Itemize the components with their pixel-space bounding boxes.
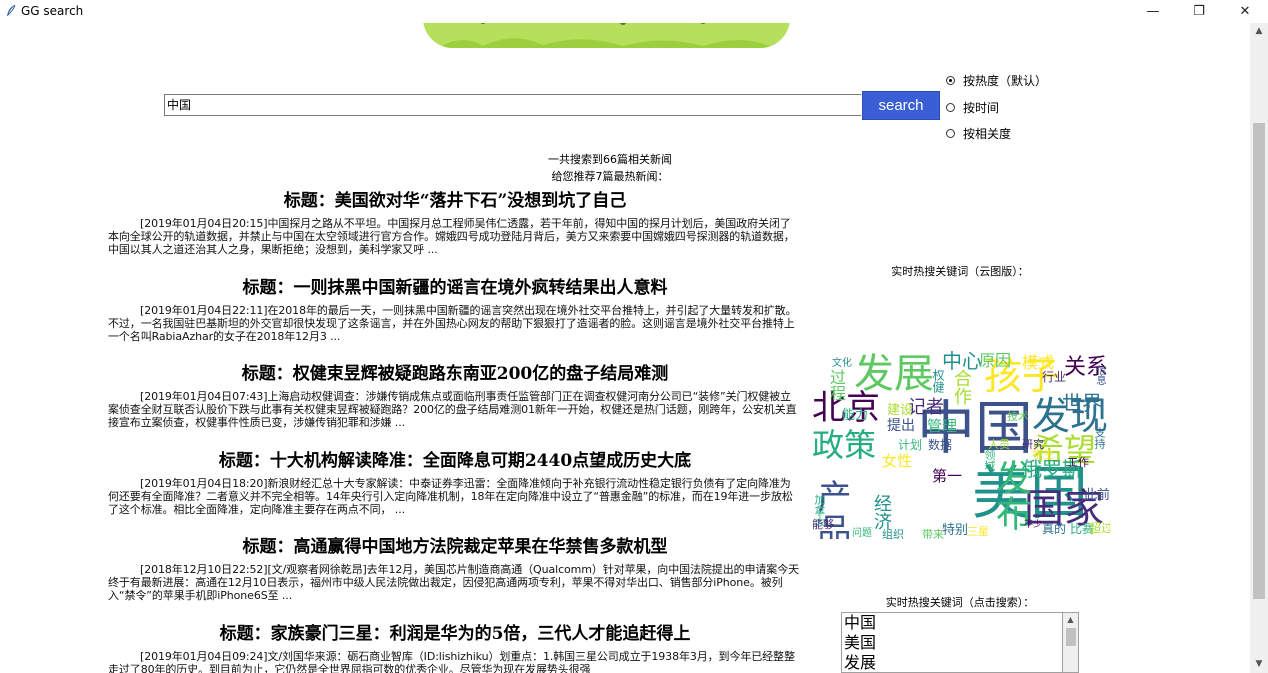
sort-option-hot[interactable]: 按热度（默认） [946, 72, 1047, 89]
wordcloud-image: 中国 美国 发展 孩子 北京 发现 政策 希望 国家 发布 产品 中心 原因 模式 关系 世界 俄罗斯 合作 记者管… [812, 329, 1110, 539]
sort-option-label: 按相关度 [963, 127, 1012, 141]
wordcloud-word: 世界 [1062, 391, 1102, 415]
wordcloud-word: 记者 [908, 397, 944, 418]
hotlist-listbox[interactable]: 中国 美国 发展 [841, 612, 1062, 673]
hotlist-scrollbar[interactable]: ▲ [1062, 612, 1079, 673]
wordcloud-word: 建设 [887, 403, 914, 418]
wordcloud-word: 女性 [882, 452, 913, 470]
search-button[interactable]: search [862, 91, 940, 120]
news-body: [2019年01月04日22:11]在2018年的最后一天，一则抹黑中国新疆的谣… [108, 304, 797, 343]
sort-option-label: 按热度（默认） [963, 74, 1048, 88]
scroll-thumb[interactable] [1066, 628, 1076, 646]
wordcloud-word: 计划 [898, 438, 923, 452]
close-button[interactable]: ✕ [1222, 0, 1268, 23]
wordcloud-word: 问题 [852, 528, 872, 539]
wordcloud-word: 特别 [942, 523, 969, 538]
wordcloud-word: 真的 [1042, 522, 1067, 536]
wordcloud-word: 政策 [812, 426, 877, 464]
wordcloud-word: 工作 [1067, 456, 1089, 469]
wordcloud-word: 能力 [842, 408, 869, 423]
wordcloud-word: 文化 [832, 358, 852, 369]
scroll-down-arrow-icon[interactable]: ▼ [1250, 656, 1268, 673]
wordcloud-word: 信息 [1094, 365, 1105, 385]
hotlist-item[interactable]: 美国 [844, 633, 1062, 653]
wordcloud-word: 经济 [871, 494, 892, 530]
wordcloud-word: 领域 [983, 449, 996, 471]
wordcloud-word: 技术 [1007, 410, 1029, 423]
recommend-text: 给您推荐7篇最热新闻： [551, 170, 669, 183]
wordcloud-word: 过程 [827, 369, 846, 401]
radio-selected-icon[interactable] [946, 76, 955, 85]
wordcloud-word: 能够 [812, 518, 834, 531]
news-body: [2019年01月04日07:43]上海启动权健调查：涉嫌传销成焦点或面临刑事责… [108, 390, 797, 429]
wordcloud-word: 行业 [1042, 370, 1067, 384]
scroll-thumb[interactable] [1253, 123, 1265, 599]
news-title[interactable]: 标题：一则抹黑中国新疆的谣言在境外疯转结果出人意料 [100, 273, 810, 298]
scroll-up-arrow-icon[interactable]: ▲ [1063, 613, 1078, 626]
main-content: 中国 search 按热度（默认） 按时间 按相关度 一共搜索到66篇相关新闻 … [0, 23, 1250, 673]
news-body: [2019年01月04日20:15]中国探月之路从不平坦。中国探月总工程师吴伟仁… [108, 217, 795, 256]
hotlist-label: 实时热搜关键词（点击搜索）： [885, 596, 1035, 609]
wordcloud-word: 模式 [1022, 353, 1055, 372]
restore-button[interactable]: ❐ [1176, 0, 1222, 23]
window-title: GG search [21, 4, 84, 18]
hotlist-item[interactable]: 发展 [844, 653, 1062, 672]
wordcloud-word: 第一 [932, 467, 963, 485]
wordcloud-word: 超过 [1089, 521, 1110, 535]
news-title[interactable]: 标题：美国欲对华“落井下石”没想到坑了自己 [100, 186, 810, 211]
wordcloud-word: 支持 [1093, 427, 1106, 449]
wordcloud-word: 原因 [979, 351, 1012, 370]
page-scrollbar[interactable]: ▲ ▼ [1250, 23, 1268, 673]
feather-icon [7, 4, 16, 16]
wordcloud-word: 中心 [942, 349, 982, 373]
wordcloud-word: 合作 [951, 369, 972, 405]
news-title[interactable]: 标题：高通赢得中国地方法院裁定苹果在华禁售多款机型 [100, 532, 810, 557]
news-body: [2018年12月10日22:52][文/观察者网徐乾昂]去年12月，美国芯片制… [108, 563, 799, 602]
sort-option-label: 按时间 [963, 101, 1000, 115]
window-titlebar: GG search — ❐ ✕ [0, 0, 1268, 24]
search-input[interactable]: 中国 [164, 94, 861, 116]
wordcloud-word: 不少 [1024, 520, 1043, 530]
logo-banner [423, 23, 790, 48]
wordcloud-word: 带来 [922, 528, 944, 539]
news-body: [2019年01月04日09:24]文/刘国华来源：砺石商业智库（ID:lish… [108, 650, 795, 673]
news-body: [2019年01月04日18:20]新浪财经汇总十大专家解读：中泰证券李迅雷：全… [108, 477, 793, 516]
sort-option-relevance[interactable]: 按相关度 [946, 125, 1011, 142]
wordcloud-word: 组织 [882, 528, 904, 539]
radio-icon[interactable] [946, 103, 955, 112]
sort-option-time[interactable]: 按时间 [946, 99, 999, 116]
minimize-button[interactable]: — [1130, 0, 1176, 23]
wordcloud-word: 三星 [967, 525, 989, 538]
wordcloud-word: 权健 [931, 369, 945, 393]
wordcloud-word: 此前 [1084, 488, 1110, 503]
wordcloud-word: 数据 [928, 438, 953, 452]
news-title[interactable]: 标题：十大机构解读降准：全面降息可期2440点望成历史大底 [100, 446, 810, 471]
news-title[interactable]: 标题：家族豪门三星：利润是华为的5倍，三代人才能追赶得上 [100, 619, 810, 644]
logo-graphic-icon [423, 23, 790, 48]
scroll-up-arrow-icon[interactable]: ▲ [1250, 23, 1268, 40]
news-title[interactable]: 标题：权健束昱辉被疑跑路东南亚200亿的盘子结局难测 [100, 359, 810, 384]
wordcloud-word: 管理 [927, 417, 958, 435]
hotlist-item[interactable]: 中国 [844, 613, 1062, 633]
result-count: 一共搜索到66篇相关新闻 [548, 153, 672, 166]
wordcloud-label: 实时热搜关键词（云图版）： [891, 265, 1029, 278]
wordcloud-word: 提出 [887, 418, 915, 434]
radio-icon[interactable] [946, 129, 955, 138]
wordcloud-word: 研究 [1022, 438, 1044, 451]
